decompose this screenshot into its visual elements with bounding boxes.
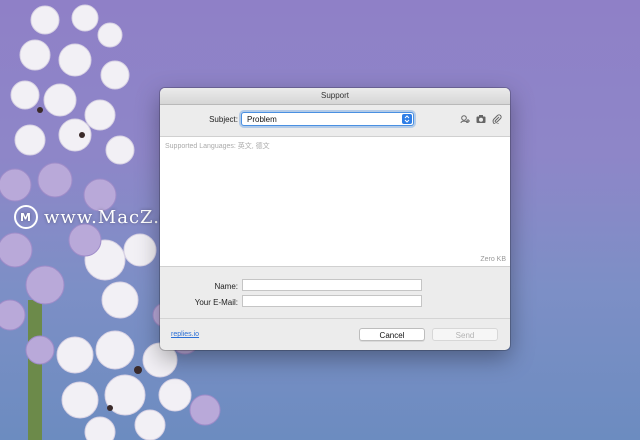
- attachment-size: Zero KB: [480, 256, 506, 263]
- watermark-logo: M: [14, 205, 38, 229]
- email-label: Your E-Mail:: [194, 298, 238, 307]
- toolbar-icons: [460, 114, 502, 124]
- cancel-button[interactable]: Cancel: [359, 328, 425, 341]
- subject-select[interactable]: Problem: [241, 112, 414, 126]
- replies-link[interactable]: replies.io: [171, 331, 199, 338]
- message-placeholder: Supported Languages: 英文, 德文: [165, 143, 270, 150]
- window-title: Support: [160, 88, 510, 105]
- footer-divider: [160, 318, 510, 319]
- subject-select-value: Problem: [247, 115, 277, 124]
- paperclip-icon[interactable]: [492, 114, 502, 124]
- subject-label: Subject:: [209, 115, 238, 124]
- name-field[interactable]: [242, 279, 422, 291]
- email-field[interactable]: [242, 295, 422, 307]
- camera-icon[interactable]: [476, 114, 486, 124]
- send-button[interactable]: Send: [432, 328, 498, 341]
- message-textarea[interactable]: Supported Languages: 英文, 德文 Zero KB: [160, 136, 510, 267]
- support-window: Support Subject: Problem Supported Langu…: [160, 88, 510, 350]
- select-arrows-icon: [402, 114, 412, 124]
- name-label: Name:: [214, 282, 238, 291]
- subject-row: Subject: Problem: [160, 105, 510, 137]
- add-contact-icon[interactable]: [460, 114, 470, 124]
